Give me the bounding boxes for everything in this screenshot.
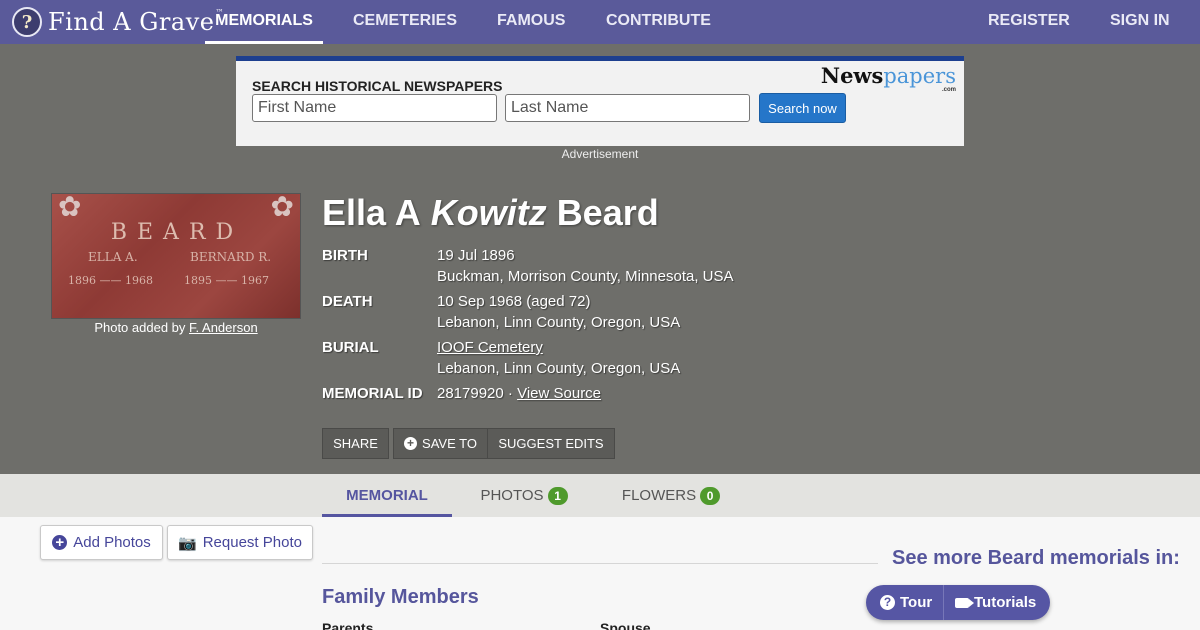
stone-family-name: BEARD	[110, 220, 244, 245]
nav-famous[interactable]: FAMOUS	[497, 0, 565, 44]
nav-register[interactable]: REGISTER	[988, 0, 1070, 44]
video-camera-icon	[955, 597, 969, 608]
birth-place: Buckman, Morrison County, Minnesota, USA	[437, 268, 734, 285]
question-circle-icon: ?	[880, 595, 895, 610]
ad-heading: SEARCH HISTORICAL NEWSPAPERS	[252, 78, 503, 94]
birth-label: BIRTH	[322, 247, 368, 264]
photos-count-badge: 1	[547, 487, 568, 506]
save-to-button[interactable]: + SAVE TO	[393, 428, 488, 459]
stone-left-dates: 1896 —— 1968	[68, 274, 153, 287]
add-photos-button[interactable]: + Add Photos	[40, 525, 163, 560]
photo-caption: Photo added by F. Anderson	[94, 320, 258, 335]
tour-button[interactable]: ? Tour	[866, 585, 944, 620]
burial-label: BURIAL	[322, 339, 379, 356]
burial-place: Lebanon, Linn County, Oregon, USA	[437, 360, 681, 377]
death-place: Lebanon, Linn County, Oregon, USA	[437, 314, 681, 331]
tutorials-button[interactable]: Tutorials	[944, 585, 1036, 620]
ad-caption: Advertisement	[561, 147, 639, 161]
tab-photos[interactable]: PHOTOS 1	[466, 474, 582, 517]
first-name-input[interactable]	[252, 94, 497, 122]
see-more-heading: See more Beard memorials in:	[892, 547, 1180, 569]
nav-sign-in[interactable]: SIGN IN	[1110, 0, 1170, 44]
logo-text: Find A Grave™	[48, 8, 224, 36]
tab-flowers[interactable]: FLOWERS 0	[607, 474, 735, 517]
memorial-id-value: 28179920 · View Source	[437, 385, 602, 402]
burial-cemetery: IOOF Cemetery	[437, 339, 543, 356]
family-members-heading: Family Members	[322, 586, 479, 608]
plus-circle-icon: +	[404, 437, 418, 450]
stone-left-name: ELLA A.	[88, 250, 138, 264]
parents-label: Parents	[322, 620, 374, 630]
find-a-grave-logo[interactable]: ? Find A Grave™	[12, 6, 224, 38]
newspapers-ad[interactable]: SEARCH HISTORICAL NEWSPAPERS Search now …	[236, 56, 964, 146]
search-now-button[interactable]: Search now	[759, 93, 846, 123]
nav-memorials[interactable]: MEMORIALS	[205, 0, 323, 44]
maiden-name: Kowitz	[430, 192, 547, 233]
stone-right-name: BERNARD R.	[190, 250, 272, 264]
memorial-id-label: MEMORIAL ID	[322, 385, 423, 402]
nav-cemeteries[interactable]: CEMETERIES	[353, 0, 457, 44]
photo-author-link[interactable]: F. Anderson	[189, 320, 258, 335]
memorial-name: Ella A Kowitz Beard	[322, 192, 659, 233]
gravestone-photo[interactable]: ✿ ✿ BEARD ELLA A. BERNARD R. 1896 —— 196…	[51, 193, 301, 319]
newspapers-logo: Newspapers .com	[820, 63, 956, 93]
memorial-tabs: MEMORIAL PHOTOS 1 FLOWERS 0	[0, 474, 1200, 517]
rose-carving-icon: ✿	[270, 193, 294, 222]
nav-contribute[interactable]: CONTRIBUTE	[606, 0, 711, 44]
death-date: 10 Sep 1968 (aged 72)	[437, 293, 591, 310]
share-button[interactable]: SHARE	[322, 428, 389, 459]
request-photo-button[interactable]: 📷 Request Photo	[167, 525, 313, 560]
content-divider	[322, 563, 878, 564]
stone-right-dates: 1895 —— 1967	[184, 274, 269, 287]
spouse-label: Spouse	[600, 620, 651, 630]
memorial-hero: SEARCH HISTORICAL NEWSPAPERS Search now …	[0, 44, 1200, 474]
logo-mark-icon: ?	[12, 7, 42, 37]
help-bar: ? Tour Tutorials	[866, 585, 1050, 620]
plus-circle-icon: +	[52, 535, 68, 550]
suggest-edits-button[interactable]: SUGGEST EDITS	[487, 428, 615, 459]
death-label: DEATH	[322, 293, 373, 310]
rose-carving-icon: ✿	[58, 193, 82, 222]
view-source-link[interactable]: View Source	[517, 385, 601, 402]
birth-date: 19 Jul 1896	[437, 247, 515, 264]
last-name-input[interactable]	[505, 94, 750, 122]
camera-icon: 📷	[178, 534, 197, 552]
flowers-count-badge: 0	[700, 487, 721, 506]
top-nav: ? Find A Grave™ MEMORIALS CEMETERIES FAM…	[0, 0, 1200, 44]
cemetery-link[interactable]: IOOF Cemetery	[437, 339, 543, 356]
tab-memorial[interactable]: MEMORIAL	[322, 474, 452, 517]
